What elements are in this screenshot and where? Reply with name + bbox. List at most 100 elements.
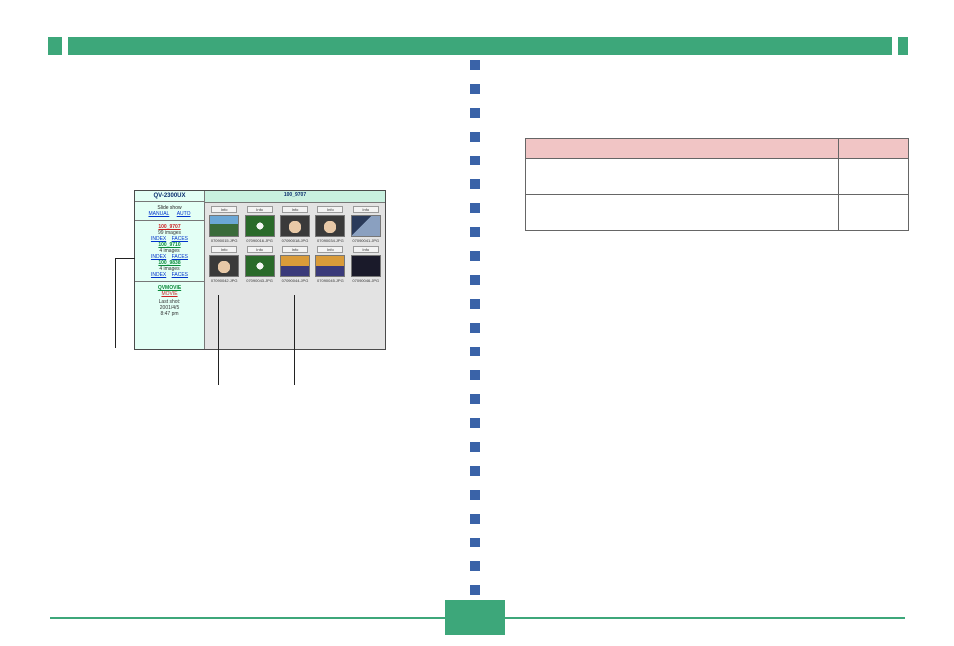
table-cell [839,159,909,195]
divider-dot [470,84,480,94]
divider-dot [470,490,480,500]
divider-dot [470,538,480,548]
last-shot-time: 8:47 pm [138,311,201,317]
table-cell [526,195,839,231]
header-main [68,37,892,55]
thumb-filename: 07090018.JPG [280,238,310,243]
divider-dot [470,418,480,428]
header-accent-left [48,37,62,55]
photo-thumbnail[interactable] [315,255,345,277]
slideshow-auto-link[interactable]: AUTO [177,211,191,217]
thumb-filename: 07090046.JPG [351,278,381,283]
divider-dot [470,275,480,285]
photo-thumbnail[interactable] [245,255,275,277]
column-divider [470,60,480,595]
photo-thumbnail[interactable] [245,215,275,237]
divider-dot [470,299,480,309]
thumb-filename: 07090042.JPG [209,278,239,283]
photo-thumbnail[interactable] [351,255,381,277]
divider-dot [470,370,480,380]
callout-line [115,258,135,259]
thumbnail-row: 07090015.JPG 07090016.JPG 07090018.JPG 0… [208,215,382,243]
last-shot-info: Last shot: 2001/4/5 8:47 pm [138,299,201,317]
divider-dot [470,394,480,404]
album-browser-screenshot: QV-2300UX Slide show MANUAL AUTO 100_970… [134,190,386,350]
table-cell [839,195,909,231]
thumbnail-cell[interactable]: 07090044.JPG [280,255,310,283]
photo-thumbnail[interactable] [351,215,381,237]
thumb-filename: 07090041.JPG [351,238,381,243]
photo-thumbnail[interactable] [315,215,345,237]
divider-dot [470,442,480,452]
current-album-title: 100_9707 [205,191,385,203]
thumb-info-button[interactable]: Info [211,246,237,253]
callout-line [294,295,295,385]
table-header-2 [839,139,909,159]
divider-dot [470,466,480,476]
divider-dot [470,60,480,70]
callout-line [218,295,219,385]
thumbnail-row: 07090042.JPG 07090043.JPG 07090044.JPG 0… [208,255,382,283]
divider-dot [470,156,480,166]
album-list: 100_9707 99 images INDEX FACES 100_9710 … [135,221,204,282]
album-sidebar: QV-2300UX Slide show MANUAL AUTO 100_970… [135,191,205,349]
thumbnail-cell[interactable]: 07090041.JPG [351,215,381,243]
thumb-filename: 07090015.JPG [209,238,239,243]
thumb-info-button[interactable]: Info [247,206,273,213]
table-row [526,159,909,195]
thumb-filename: 07090034.JPG [315,238,345,243]
thumb-button-row: Info Info Info Info Info [208,206,382,213]
thumbnail-panel: 100_9707 Info Info Info Info Info 070900… [205,191,385,349]
photo-thumbnail[interactable] [209,215,239,237]
movie-link[interactable]: MOVIE [138,291,201,297]
slideshow-links: Slide show MANUAL AUTO [135,202,204,221]
thumbnail-grid: Info Info Info Info Info 07090015.JPG 07… [205,203,385,349]
camera-model-title: QV-2300UX [135,191,204,202]
thumb-info-button[interactable]: Info [247,246,273,253]
divider-dot [470,108,480,118]
divider-dot [470,585,480,595]
album-faces-link[interactable]: FACES [172,272,188,278]
thumb-info-button[interactable]: Info [317,206,343,213]
photo-thumbnail[interactable] [280,255,310,277]
info-table [525,138,909,231]
divider-dot [470,179,480,189]
thumbnail-cell[interactable]: 07090015.JPG [209,215,239,243]
table-cell [526,159,839,195]
thumbnail-cell[interactable]: 07090034.JPG [315,215,345,243]
thumbnail-cell[interactable]: 07090018.JPG [280,215,310,243]
thumb-filename: 07090016.JPG [245,238,275,243]
callout-line [115,258,116,348]
divider-dot [470,132,480,142]
thumb-button-row: Info Info Info Info Info [208,246,382,253]
top-header-bar [48,37,908,55]
thumbnail-cell[interactable]: 07090016.JPG [245,215,275,243]
thumbnail-cell[interactable]: 07090045.JPG [315,255,345,283]
table-header-1 [526,139,839,159]
thumb-info-button[interactable]: Info [317,246,343,253]
divider-dot [470,227,480,237]
divider-dot [470,323,480,333]
divider-dot [470,347,480,357]
movie-section: QVMOVIE MOVIE Last shot: 2001/4/5 8:47 p… [135,282,204,349]
page-number-badge [445,600,505,635]
album-index-link[interactable]: INDEX [151,272,166,278]
divider-dot [470,251,480,261]
thumbnail-cell[interactable]: 07090042.JPG [209,255,239,283]
thumb-filename: 07090043.JPG [245,278,275,283]
thumb-info-button[interactable]: Info [282,206,308,213]
slideshow-manual-link[interactable]: MANUAL [148,211,169,217]
photo-thumbnail[interactable] [209,255,239,277]
thumb-info-button[interactable]: Info [211,206,237,213]
thumb-filename: 07090044.JPG [280,278,310,283]
divider-dot [470,203,480,213]
slideshow-label: Slide show [137,205,202,211]
thumb-info-button[interactable]: Info [353,206,379,213]
thumb-info-button[interactable]: Info [282,246,308,253]
divider-dot [470,561,480,571]
thumbnail-cell[interactable]: 07090043.JPG [245,255,275,283]
photo-thumbnail[interactable] [280,215,310,237]
thumbnail-cell[interactable]: 07090046.JPG [351,255,381,283]
thumb-info-button[interactable]: Info [353,246,379,253]
table-row [526,195,909,231]
